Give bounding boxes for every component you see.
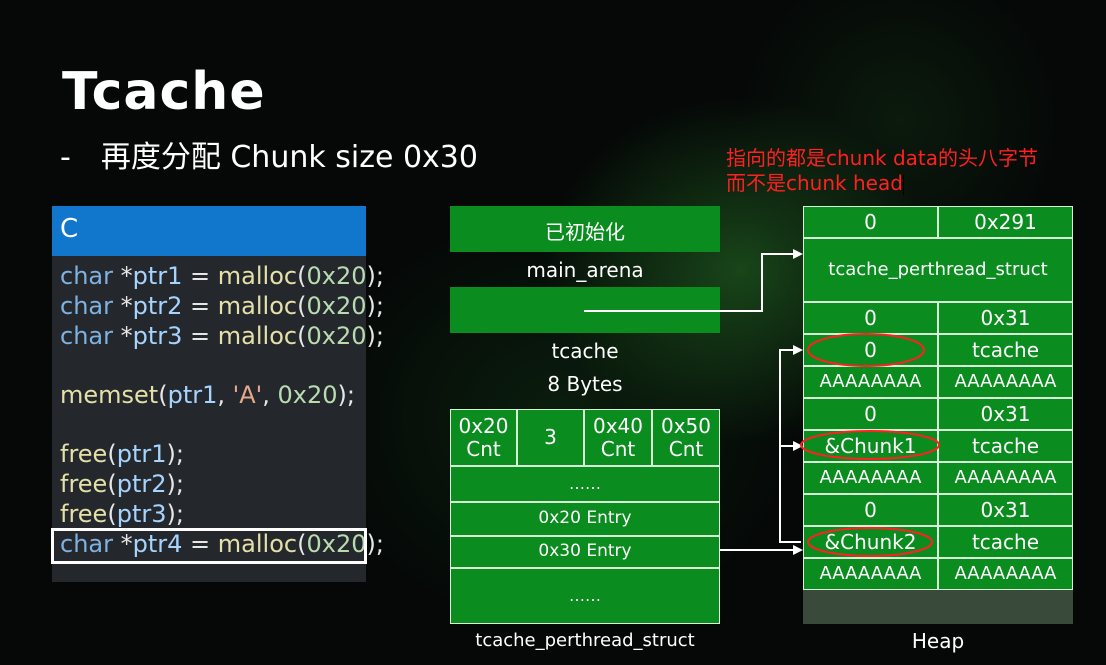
arrow-overlay bbox=[584, 249, 940, 557]
red-circle-chunk1-fd bbox=[807, 333, 925, 367]
red-circle-chunk2-fd bbox=[800, 430, 940, 460]
arrow-tcache-to-tps bbox=[584, 249, 803, 312]
arrow-chunk3-to-chunk2 bbox=[779, 441, 803, 543]
arrow-chunk2-to-chunk1 bbox=[779, 345, 803, 447]
red-circle-chunk3-fd bbox=[807, 527, 933, 557]
